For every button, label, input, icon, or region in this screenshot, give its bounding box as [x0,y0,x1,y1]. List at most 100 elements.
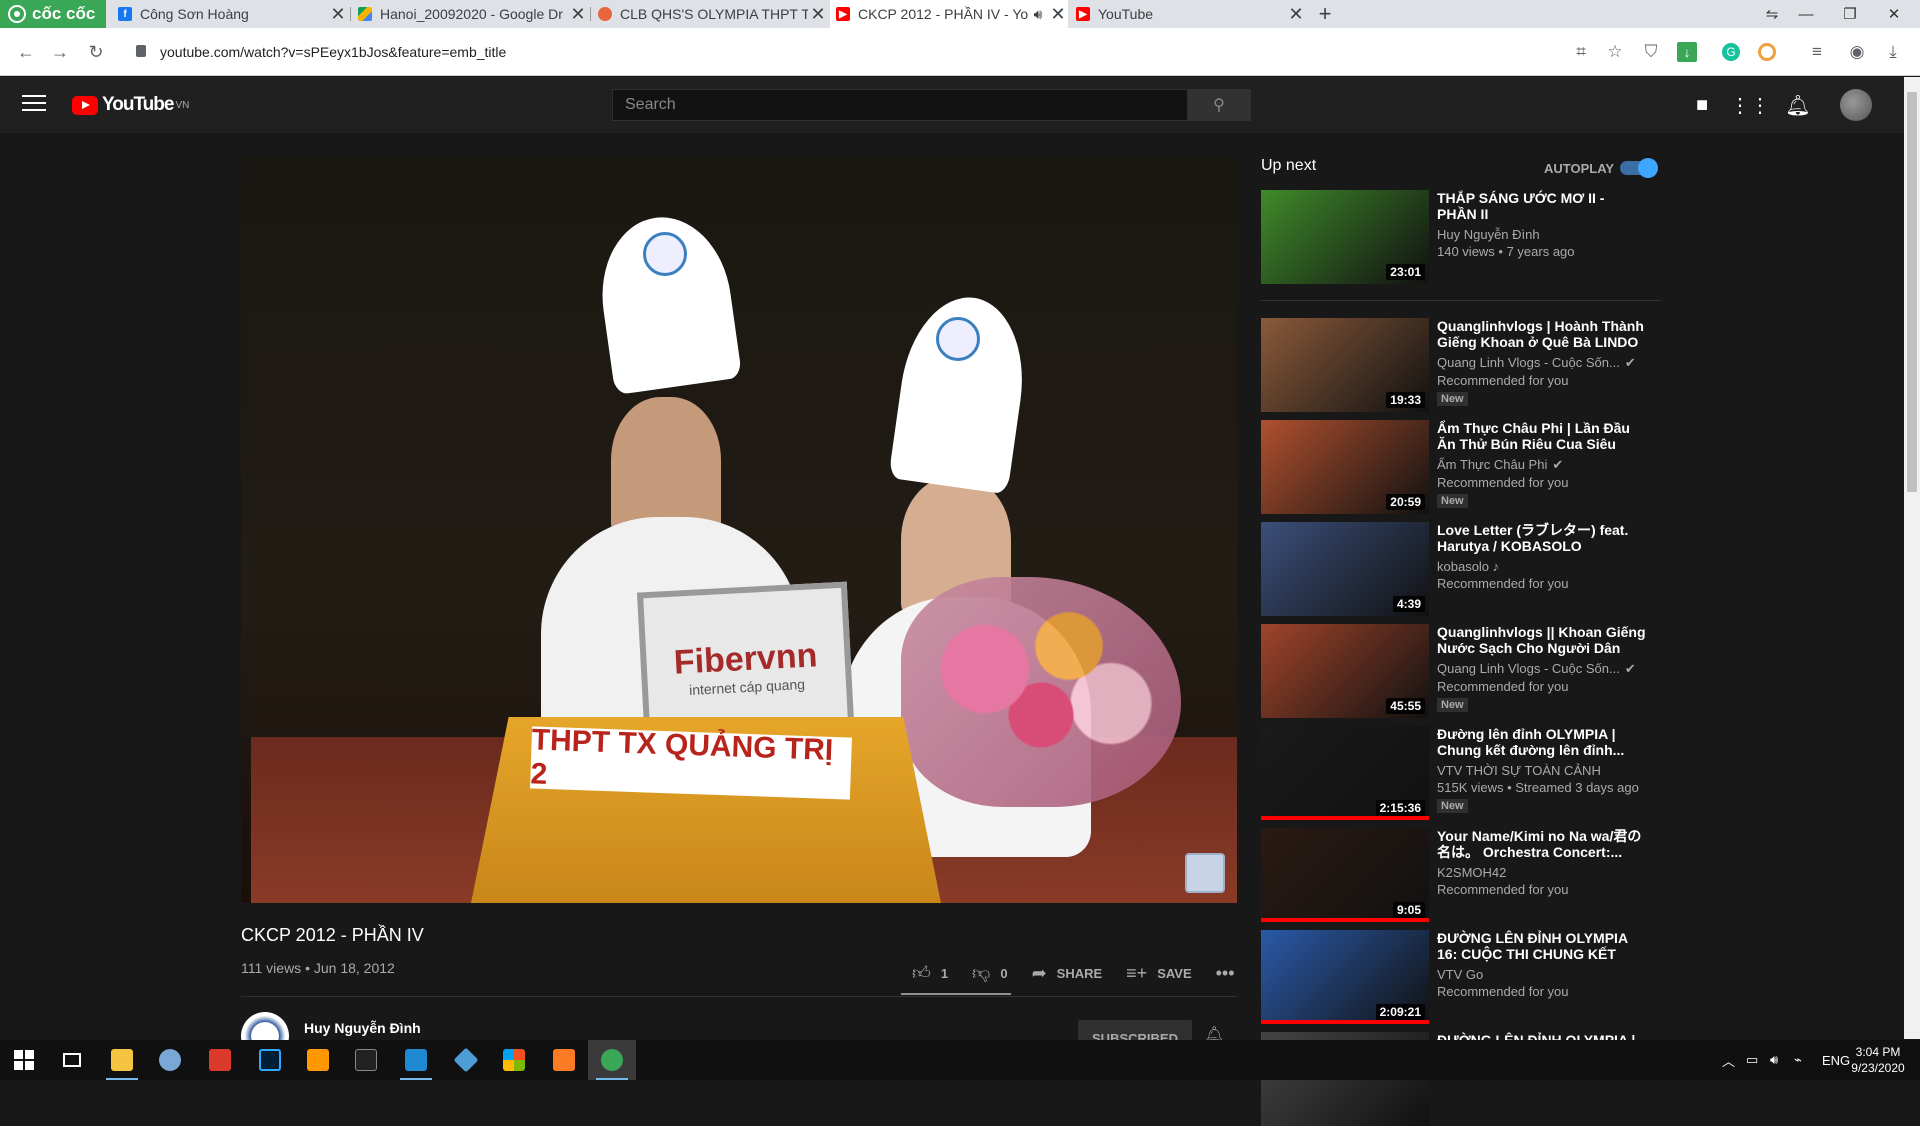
network-icon[interactable]: ⌁ [1794,1040,1802,1080]
notifications-bell-icon[interactable]: 🔔︎ [1784,91,1812,119]
address-bar[interactable]: youtube.com/watch?v=sPEeyx1bJos&feature=… [160,40,1160,64]
downloads-icon[interactable]: ⤓ [1876,28,1910,76]
video-thumbnail[interactable]: 2:15:36 [1261,726,1429,820]
up-next-item[interactable]: 23:01 THẮP SÁNG ƯỚC MƠ II - PHẦN II Huy Ng… [1261,190,1681,284]
up-next-channel[interactable]: K2SMOH42 [1437,865,1647,880]
close-tab-icon[interactable]: ✕ [568,4,588,25]
up-next-item[interactable]: 20:59 Ẩm Thực Châu Phi | Lần Đầu Ăn Thử B… [1261,420,1681,514]
up-next-channel[interactable]: VTV THỜI SỰ TOÀN CẢNH [1437,763,1647,778]
battery-icon[interactable]: ▭ [1746,1040,1758,1080]
vscode-icon[interactable] [392,1040,440,1080]
create-video-icon[interactable]: ■ [1688,91,1716,119]
video-player[interactable]: Fibervnn internet cáp quang THPT TX QUẢN… [241,157,1237,903]
up-next-title[interactable]: Quanglinhvlogs || Khoan Giếng Nước Sạch … [1437,624,1647,656]
new-tab-button[interactable]: + [1312,0,1338,28]
shield-icon[interactable]: ⛉ [1634,28,1668,76]
profile-icon[interactable]: ◉ [1840,28,1874,76]
apps-grid-icon[interactable]: ⋮⋮ [1730,91,1770,119]
duration-badge: 9:05 [1392,902,1425,918]
bookmark-star-icon[interactable]: ☆ [1598,28,1632,76]
tab-facebook[interactable]: f Công Sơn Hoàng ✕ [112,0,348,28]
search-input[interactable]: Search [612,89,1188,121]
task-view-icon[interactable] [48,1040,96,1080]
download-extension-icon[interactable]: ↓ [1670,28,1704,76]
up-next-title[interactable]: THẮP SÁNG ƯỚC MƠ II - PHẦN II [1437,190,1647,222]
maximize-button[interactable]: ❐ [1828,0,1872,28]
reload-button[interactable]: ↻ [78,28,114,76]
windows-start-icon[interactable] [0,1040,48,1080]
scrollbar-thumb[interactable] [1907,92,1917,492]
video-thumbnail[interactable]: 4:39 [1261,522,1429,616]
up-next-item[interactable]: 45:55 Quanglinhvlogs || Khoan Giếng Nước … [1261,624,1681,718]
sourcetree-icon[interactable] [442,1040,490,1080]
media-queue-icon[interactable]: ≡ [1800,28,1834,76]
channel-name[interactable]: Huy Nguyễn Đình [304,1020,421,1036]
adobe-reader-icon[interactable] [196,1040,244,1080]
up-next-channel[interactable]: Ẩm Thực Châu Phi ✔ [1437,457,1647,473]
up-next-item[interactable]: 2:09:21 ĐƯỜNG LÊN ĐỈNH OLYMPIA 16: CUỘC T… [1261,930,1681,1024]
xampp-icon[interactable] [540,1040,588,1080]
up-next-item[interactable]: 19:33 Quanglinhvlogs | Hoành Thành Giếng … [1261,318,1681,412]
up-next-channel[interactable]: Quang Linh Vlogs - Cuộc Sốn... ✔ [1437,355,1647,371]
minimize-button[interactable]: — [1784,0,1828,28]
up-next-title[interactable]: Ẩm Thực Châu Phi | Lần Đầu Ăn Thử Bún Ri… [1437,420,1647,452]
video-thumbnail[interactable]: 19:33 [1261,318,1429,412]
paint-icon[interactable] [146,1040,194,1080]
dislike-button[interactable]: 👎︎ 0 [960,955,1020,991]
up-next-title[interactable]: Quanglinhvlogs | Hoành Thành Giếng Khoan… [1437,318,1647,350]
save-button[interactable]: ≡+ SAVE [1114,955,1203,991]
tab-ckcp-active[interactable]: ▶ CKCP 2012 - PHẦN IV - Yo 🔊︎ ✕ [830,0,1068,28]
youtube-logo[interactable]: YouTube VN [72,94,189,116]
translate-icon[interactable]: ⌗ [1564,28,1598,76]
coccoc-brand-button[interactable]: cốc cốc [0,0,106,28]
menu-icon[interactable] [22,95,46,115]
tab-youtube[interactable]: ▶ YouTube ✕ [1070,0,1306,28]
close-window-button[interactable]: ✕ [1872,0,1916,28]
up-next-title[interactable]: Your Name/Kimi no Na wa/君の名は。 Orchestra … [1437,828,1647,860]
youtube-header: YouTube VN Search ⚲ ■ ⋮⋮ 🔔︎ [0,77,1904,133]
up-next-channel[interactable]: Quang Linh Vlogs - Cuộc Sốn... ✔ [1437,661,1647,677]
channel-watermark-icon[interactable] [1185,853,1225,893]
file-explorer-icon[interactable] [98,1040,146,1080]
grammarly-icon[interactable]: G [1714,28,1748,76]
speaker-icon[interactable]: 🔊︎ [1028,6,1048,23]
up-next-item[interactable]: 2:15:36 Đường lên đỉnh OLYMPIA | Chung kế… [1261,726,1681,820]
duration-badge: 20:59 [1386,494,1425,510]
video-thumbnail[interactable]: 9:05 [1261,828,1429,922]
search-button[interactable]: ⚲ [1187,89,1251,121]
back-button[interactable]: ← [8,28,44,76]
tab-google-drive[interactable]: Hanoi_20092020 - Google Dr ✕ [352,0,588,28]
close-tab-icon[interactable]: ✕ [1048,4,1068,25]
volume-icon[interactable]: 🔊︎ [1770,1040,1778,1080]
account-avatar[interactable] [1840,89,1872,121]
video-thumbnail[interactable]: 23:01 [1261,190,1429,284]
video-thumbnail[interactable]: 45:55 [1261,624,1429,718]
up-next-title[interactable]: ĐƯỜNG LÊN ĐỈNH OLYMPIA 16: CUỘC THI CHUN… [1437,930,1647,962]
close-tab-icon[interactable]: ✕ [328,4,348,25]
up-next-channel[interactable]: Huy Nguyễn Đình [1437,227,1647,242]
video-thumbnail[interactable]: 20:59 [1261,420,1429,514]
terminal-icon[interactable] [342,1040,390,1080]
forward-button[interactable]: → [42,28,78,76]
coccoc-browser-icon[interactable] [588,1040,636,1080]
up-next-item[interactable]: 4:39 Love Letter (ラブレター) feat. Harutya / … [1261,522,1681,616]
up-next-title[interactable]: Love Letter (ラブレター) feat. Harutya / KOBA… [1437,522,1647,554]
office-icon[interactable] [490,1040,538,1080]
tab-clb-olympia[interactable]: CLB QHS'S OLYMPIA THPT TX ✕ [592,0,828,28]
autoplay-toggle[interactable] [1620,158,1658,178]
share-button[interactable]: ➦ SHARE [1020,955,1115,991]
extension-icon[interactable] [1750,28,1784,76]
more-actions-button[interactable]: ••• [1204,955,1247,991]
tray-chevron-icon[interactable]: ︿ [1722,1040,1735,1080]
close-tab-icon[interactable]: ✕ [1286,4,1306,25]
close-tab-icon[interactable]: ✕ [808,4,828,25]
video-thumbnail[interactable]: 2:09:21 [1261,930,1429,1024]
up-next-title[interactable]: Đường lên đỉnh OLYMPIA | Chung kết đường… [1437,726,1647,758]
up-next-channel[interactable]: kobasolo ♪ [1437,559,1647,574]
like-button[interactable]: 👍︎ 1 [900,955,960,991]
system-clock[interactable]: 3:04 PM 9/23/2020 [1838,1044,1918,1076]
up-next-item[interactable]: 9:05 Your Name/Kimi no Na wa/君の名は。 Orches… [1261,828,1681,922]
photoshop-icon[interactable] [246,1040,294,1080]
sublime-text-icon[interactable] [294,1040,342,1080]
up-next-channel[interactable]: VTV Go [1437,967,1647,982]
